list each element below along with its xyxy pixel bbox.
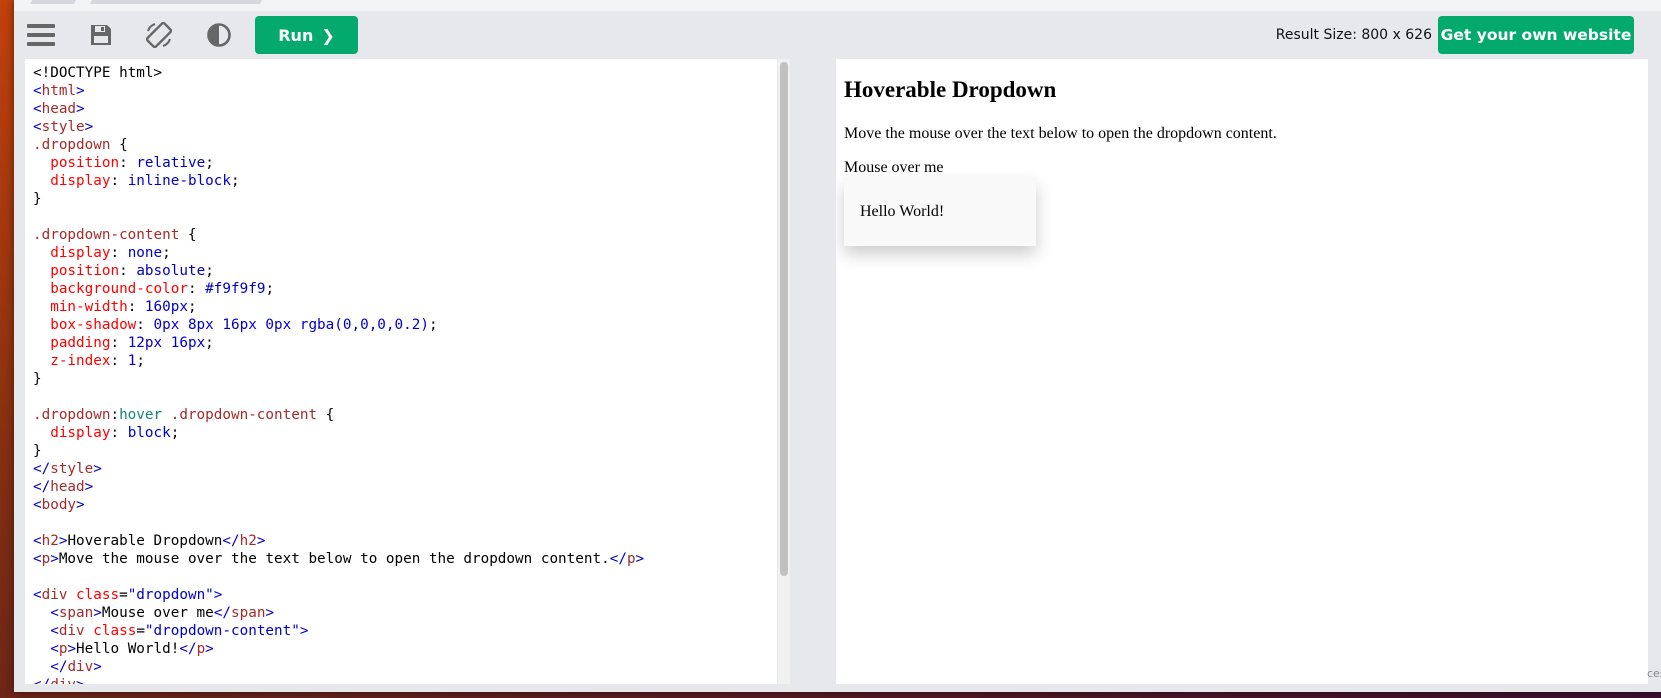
editor-scrollbar-thumb[interactable] [780,62,788,576]
chevron-right-icon: ❯ [321,25,335,45]
editor-scrollbar[interactable] [778,59,790,684]
result-paragraph: Move the mouse over the text below to op… [844,125,1277,142]
browser-tab[interactable] [89,0,269,4]
code-editor-text[interactable]: <!DOCTYPE html> <html> <head> <style> .d… [33,64,644,684]
contrast-icon[interactable] [202,19,236,51]
result-size-label: Result Size: 800 x 626 [1275,27,1432,43]
result-pane: Hoverable Dropdown Move the mouse over t… [836,59,1648,684]
rotate-icon[interactable] [142,19,176,51]
get-own-website-button[interactable]: Get your own website [1438,16,1634,54]
result-heading: Hoverable Dropdown [844,77,1057,102]
run-button[interactable]: Run ❯ [255,16,358,54]
save-icon[interactable] [84,19,118,51]
dropdown-trigger[interactable]: Mouse over me [844,159,944,177]
browser-tabstrip [14,0,1661,11]
corner-text: ces [1647,667,1661,680]
browser-tab[interactable] [29,0,83,4]
code-editor[interactable]: <!DOCTYPE html> <html> <head> <style> .d… [25,59,777,684]
menu-icon[interactable] [24,19,58,51]
dropdown-text: Hello World! [860,203,945,220]
tryit-editor-window: Run ❯ Result Size: 800 x 626 Get your ow… [14,0,1661,692]
toolbar: Run ❯ Result Size: 800 x 626 Get your ow… [14,11,1661,57]
dropdown-content: Hello World! [844,178,1036,246]
pane-divider[interactable] [790,59,836,684]
run-button-label: Run [278,25,314,45]
